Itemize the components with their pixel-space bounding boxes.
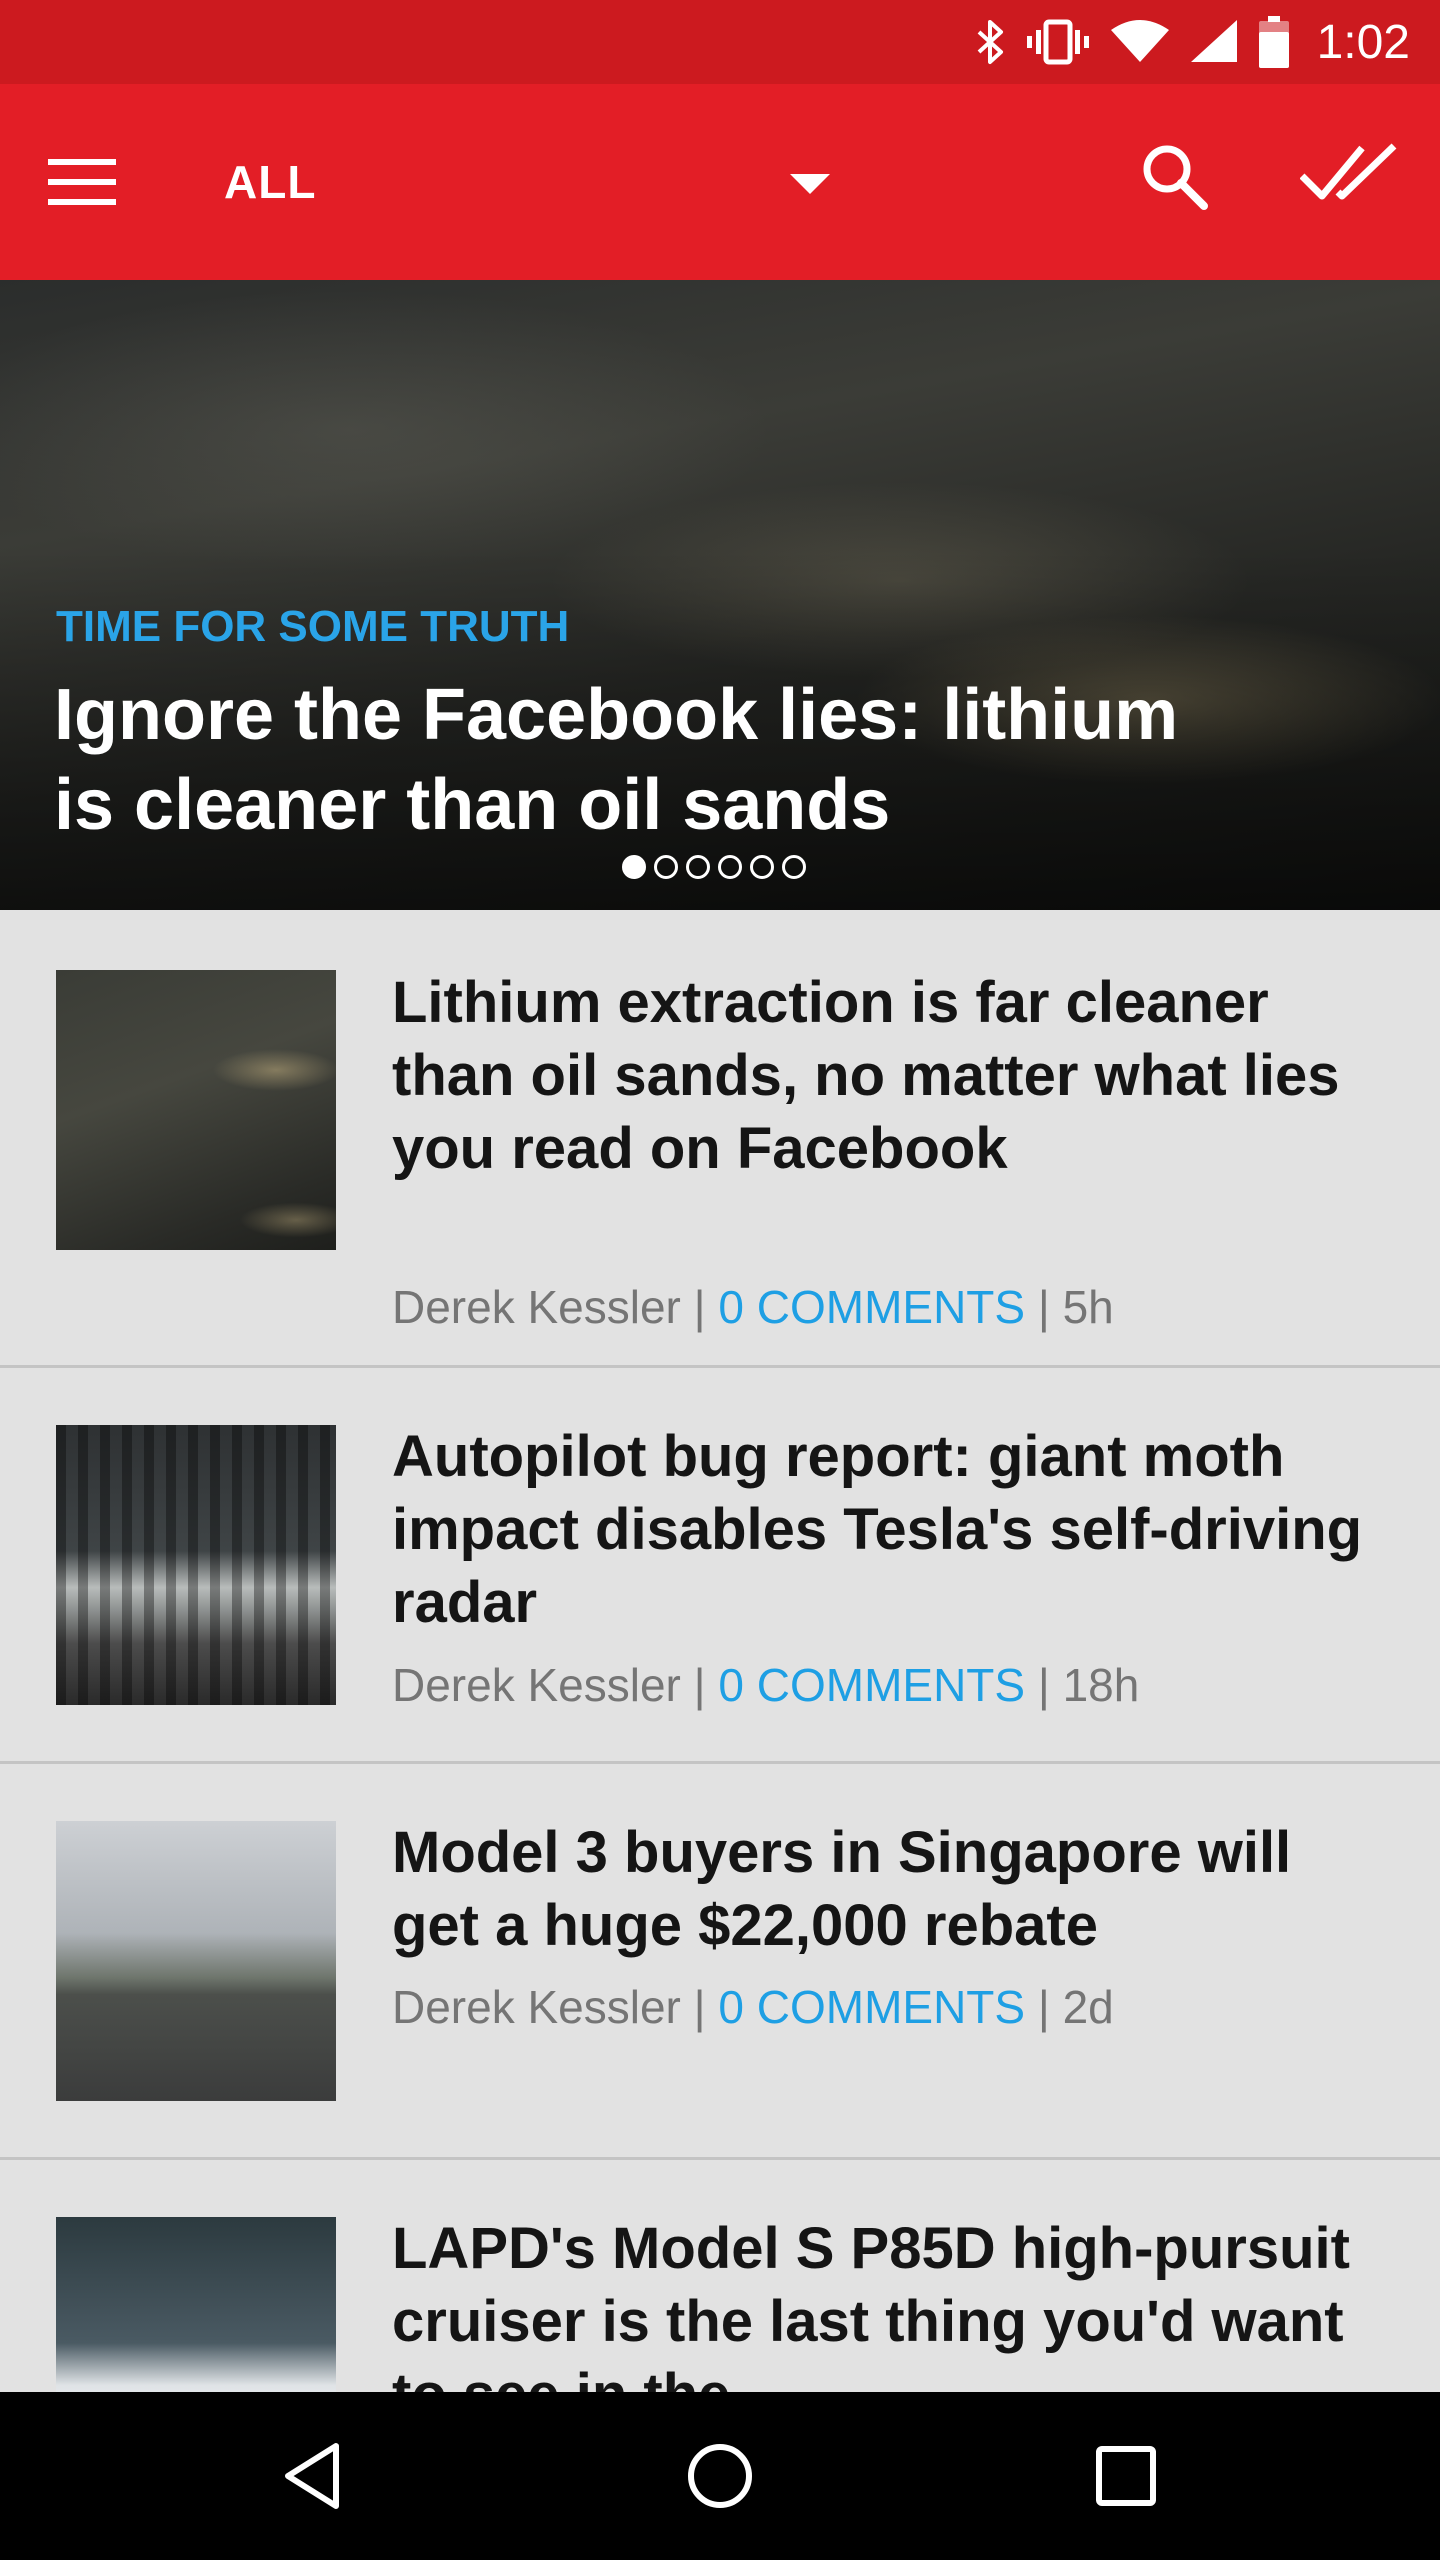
signal-icon: [1190, 20, 1237, 62]
article-meta: Derek Kessler | 0 COMMENTS | 2d: [392, 1980, 1114, 2034]
article-age: 2d: [1062, 1981, 1114, 2033]
wifi-icon: [1110, 20, 1169, 62]
status-clock: 1:02: [1316, 15, 1410, 69]
article-list-item[interactable]: LAPD's Model S P85D high-pursuit cruiser…: [0, 2160, 1440, 2392]
meta-separator: |: [693, 1981, 706, 2033]
bluetooth-icon: [977, 20, 1003, 64]
recents-icon: [1096, 2446, 1156, 2506]
mark-all-read-icon: [1299, 143, 1397, 200]
back-icon: [285, 2443, 339, 2509]
article-comments-link[interactable]: 0 COMMENTS: [718, 1981, 1025, 2033]
article-title: Lithium extraction is far cleaner than o…: [392, 970, 1340, 1181]
search-button[interactable]: [1140, 142, 1230, 232]
article-list-item[interactable]: Lithium extraction is far cleaner than o…: [0, 910, 1440, 1368]
article-author: Derek Kessler: [392, 1981, 681, 2033]
menu-icon: [48, 159, 116, 205]
carousel-dot[interactable]: [622, 855, 646, 879]
article-list-item[interactable]: Autopilot bug report: giant moth impact …: [0, 1368, 1440, 1764]
app-bar: ALL: [0, 84, 1440, 280]
article-comments-link[interactable]: 0 COMMENTS: [718, 1659, 1025, 1711]
carousel-dot[interactable]: [654, 855, 678, 879]
search-icon: [1143, 145, 1208, 210]
featured-headline: Ignore the Facebook lies: lithium is cle…: [54, 675, 1179, 845]
featured-article-carousel[interactable]: TIME FOR SOME TRUTH Ignore the Facebook …: [0, 280, 1440, 910]
status-bar: 1:02: [0, 0, 1440, 84]
carousel-dot[interactable]: [782, 855, 806, 879]
home-icon: [688, 2444, 752, 2508]
meta-separator: |: [693, 1281, 706, 1333]
carousel-dot[interactable]: [686, 855, 710, 879]
back-button[interactable]: [276, 2436, 356, 2516]
meta-separator: |: [1037, 1281, 1050, 1333]
vibrate-icon: [1026, 19, 1089, 65]
article-age: 5h: [1062, 1281, 1114, 1333]
article-meta: Derek Kessler | 0 COMMENTS | 5h: [392, 1280, 1114, 1334]
article-thumbnail: [56, 1425, 336, 1705]
battery-icon: [1258, 16, 1289, 68]
meta-separator: |: [1037, 1659, 1050, 1711]
article-title: Model 3 buyers in Singapore will get a h…: [392, 1820, 1292, 1958]
home-button[interactable]: [680, 2436, 760, 2516]
article-thumbnail: [56, 1821, 336, 2101]
menu-button[interactable]: [48, 142, 148, 222]
mark-all-read-button[interactable]: [1299, 142, 1410, 232]
article-list-item[interactable]: Model 3 buyers in Singapore will get a h…: [0, 1764, 1440, 2160]
featured-kicker: TIME FOR SOME TRUTH: [56, 602, 570, 651]
carousel-dot[interactable]: [750, 855, 774, 879]
carousel-dot[interactable]: [718, 855, 742, 879]
category-filter-dropdown[interactable]: ALL: [200, 124, 860, 240]
article-author: Derek Kessler: [392, 1659, 681, 1711]
meta-separator: |: [693, 1659, 706, 1711]
article-title: LAPD's Model S P85D high-pursuit cruiser…: [392, 2216, 1350, 2392]
article-comments-link[interactable]: 0 COMMENTS: [718, 1281, 1025, 1333]
system-navigation-bar: [0, 2392, 1440, 2560]
article-title: Autopilot bug report: giant moth impact …: [392, 1424, 1363, 1635]
category-filter-label: ALL: [224, 156, 317, 208]
article-thumbnail: [56, 970, 336, 1250]
meta-separator: |: [1037, 1981, 1050, 2033]
dropdown-arrow-icon: [790, 174, 830, 194]
article-thumbnail: [56, 2217, 336, 2392]
article-meta: Derek Kessler | 0 COMMENTS | 18h: [392, 1658, 1139, 1712]
carousel-page-indicator: [622, 855, 806, 879]
recents-button[interactable]: [1086, 2436, 1166, 2516]
article-age: 18h: [1062, 1659, 1140, 1711]
article-author: Derek Kessler: [392, 1281, 681, 1333]
status-icons: 1:02: [975, 0, 1410, 84]
